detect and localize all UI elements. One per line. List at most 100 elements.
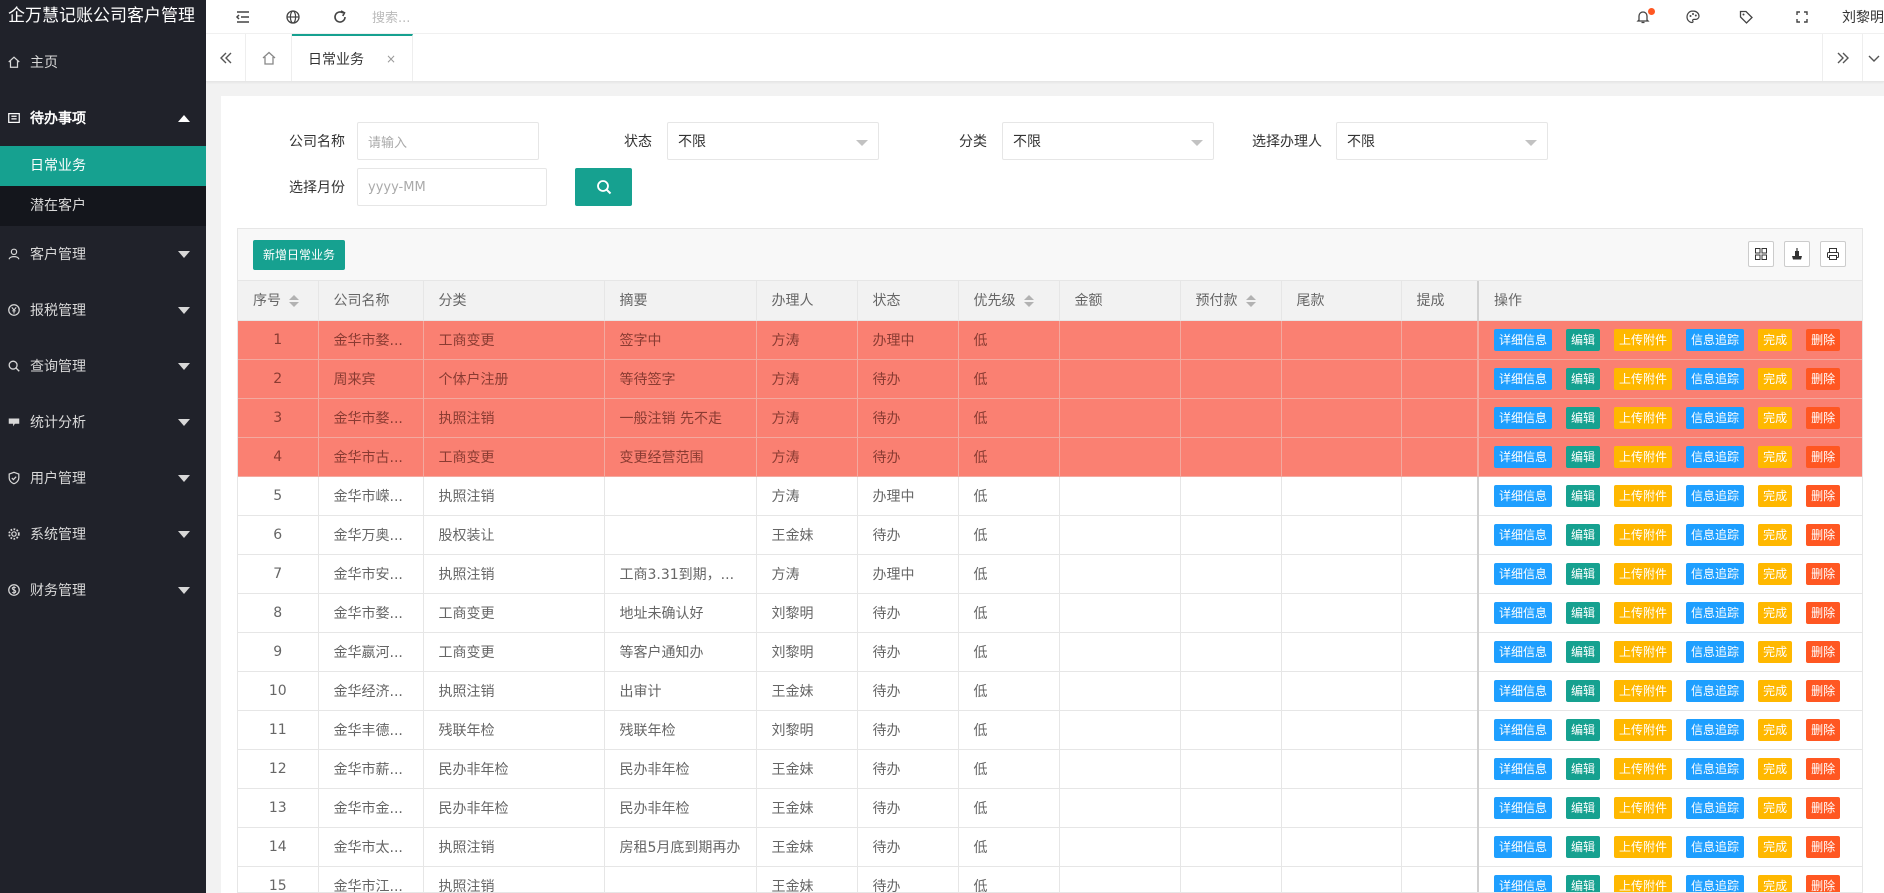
edit-button[interactable]: 编辑 [1566, 406, 1601, 429]
sort-icon[interactable] [1023, 295, 1034, 308]
track-info-button[interactable]: 信息追踪 [1686, 523, 1745, 546]
edit-button[interactable]: 编辑 [1566, 679, 1601, 702]
delete-button[interactable]: 删除 [1806, 835, 1841, 858]
tab-daily-business[interactable]: 日常业务 × [292, 34, 414, 81]
track-info-button[interactable]: 信息追踪 [1686, 718, 1745, 741]
complete-button[interactable]: 完成 [1758, 679, 1793, 702]
table-row[interactable]: 9 金华嬴河... 工商变更 等客户通知办 刘黎明 待办低 详细信息 编辑 上传附件 信息追踪 完成… [238, 632, 1862, 672]
category-select[interactable]: 不限 [1002, 122, 1214, 160]
sidebar-item-tax[interactable]: 报税管理 [0, 282, 206, 338]
upload-attachment-button[interactable]: 上传附件 [1614, 640, 1673, 663]
edit-button[interactable]: 编辑 [1566, 601, 1601, 624]
table-row[interactable]: 15 金华市江... 执照注销 王金妹 待办低 详细信息 编辑 上传附件 信息追踪 完成 删除 [238, 866, 1862, 892]
handler-select[interactable]: 不限 [1336, 122, 1548, 160]
sidebar-subitem-daily-business[interactable]: 日常业务 [0, 146, 206, 186]
track-info-button[interactable]: 信息追踪 [1686, 796, 1745, 819]
complete-button[interactable]: 完成 [1758, 523, 1793, 546]
track-info-button[interactable]: 信息追踪 [1686, 601, 1745, 624]
refresh-icon[interactable] [330, 7, 350, 27]
delete-button[interactable]: 删除 [1806, 796, 1841, 819]
upload-attachment-button[interactable]: 上传附件 [1614, 679, 1673, 702]
detail-button[interactable]: 详细信息 [1494, 523, 1553, 546]
upload-attachment-button[interactable]: 上传附件 [1614, 835, 1673, 858]
detail-button[interactable]: 详细信息 [1494, 796, 1553, 819]
search-button[interactable] [575, 168, 632, 206]
user-name[interactable]: 刘黎明 [1842, 7, 1884, 27]
detail-button[interactable]: 详细信息 [1494, 874, 1553, 892]
detail-button[interactable]: 详细信息 [1494, 679, 1553, 702]
theme-palette-icon[interactable] [1683, 7, 1703, 27]
complete-button[interactable]: 完成 [1758, 445, 1793, 468]
track-info-button[interactable]: 信息追踪 [1686, 445, 1745, 468]
delete-button[interactable]: 删除 [1806, 562, 1841, 585]
sort-icon[interactable] [289, 295, 299, 308]
table-row[interactable]: 1 金华市婺... 工商变更 签字中 方涛 办理中低 详细信息 编辑 上传附件 信息追踪 完成 删除 [238, 320, 1862, 360]
export-button[interactable] [1784, 241, 1810, 267]
upload-attachment-button[interactable]: 上传附件 [1614, 601, 1673, 624]
delete-button[interactable]: 删除 [1806, 679, 1841, 702]
delete-button[interactable]: 删除 [1806, 406, 1841, 429]
upload-attachment-button[interactable]: 上传附件 [1614, 445, 1673, 468]
table-row[interactable]: 6 金华万奥... 股权装让 王金妹 待办低 详细信息 编辑 上传附件 信息追踪 完成 删除 [238, 515, 1862, 555]
edit-button[interactable]: 编辑 [1566, 523, 1601, 546]
sidebar-item-finance[interactable]: 财务管理 [0, 562, 206, 618]
track-info-button[interactable]: 信息追踪 [1686, 679, 1745, 702]
complete-button[interactable]: 完成 [1758, 874, 1793, 892]
table-row[interactable]: 8 金华市婺... 工商变更 地址未确认好 刘黎明 待办低 详细信息 编辑 上传附件 信息追踪 完成… [238, 593, 1862, 633]
detail-button[interactable]: 详细信息 [1494, 445, 1553, 468]
track-info-button[interactable]: 信息追踪 [1686, 835, 1745, 858]
upload-attachment-button[interactable]: 上传附件 [1614, 796, 1673, 819]
edit-button[interactable]: 编辑 [1566, 562, 1601, 585]
detail-button[interactable]: 详细信息 [1494, 718, 1553, 741]
print-button[interactable] [1820, 241, 1846, 267]
company-input[interactable]: 请输入 [357, 122, 539, 160]
add-daily-business-button[interactable]: 新增日常业务 [253, 240, 346, 270]
tab-scroll-left[interactable] [206, 34, 246, 81]
complete-button[interactable]: 完成 [1758, 367, 1793, 390]
table-row[interactable]: 11 金华丰德... 残联年检 残联年检 刘黎明 待办低详细信息 编辑 上传附件 信息追踪 完成删… [238, 710, 1862, 750]
detail-button[interactable]: 详细信息 [1494, 328, 1553, 351]
edit-button[interactable]: 编辑 [1566, 796, 1601, 819]
complete-button[interactable]: 完成 [1758, 484, 1793, 507]
fullscreen-icon[interactable] [1792, 7, 1812, 27]
edit-button[interactable]: 编辑 [1566, 445, 1601, 468]
table-row[interactable]: 14 金华市太... 执照注销 房租5月底到期再办 王金妹 待办低 详细信息 编辑 上传附件 信息… [238, 827, 1862, 867]
delete-button[interactable]: 删除 [1806, 874, 1841, 892]
detail-button[interactable]: 详细信息 [1494, 562, 1553, 585]
table-row[interactable]: 3 金华市婺... 执照注销 一般注销 先不走 方涛 待办低 详细信息 编辑 上传附件 信息追踪完… [238, 398, 1862, 438]
close-icon[interactable]: × [386, 52, 396, 66]
complete-button[interactable]: 完成 [1758, 328, 1793, 351]
detail-button[interactable]: 详细信息 [1494, 835, 1553, 858]
delete-button[interactable]: 删除 [1806, 601, 1841, 624]
delete-button[interactable]: 删除 [1806, 484, 1841, 507]
upload-attachment-button[interactable]: 上传附件 [1614, 874, 1673, 892]
delete-button[interactable]: 删除 [1806, 445, 1841, 468]
table-row[interactable]: 10 金华经济... 执照注销 出审计 王金妹 待办低 详细信息 编辑 上传附件 信息追踪 完成 删除 [238, 671, 1862, 711]
sidebar-item-system[interactable]: 系统管理 [0, 506, 206, 562]
upload-attachment-button[interactable]: 上传附件 [1614, 718, 1673, 741]
delete-button[interactable]: 删除 [1806, 523, 1841, 546]
sort-icon[interactable] [1245, 295, 1256, 308]
edit-button[interactable]: 编辑 [1566, 640, 1601, 663]
complete-button[interactable]: 完成 [1758, 718, 1793, 741]
delete-button[interactable]: 删除 [1806, 718, 1841, 741]
tag-icon[interactable] [1736, 7, 1756, 27]
track-info-button[interactable]: 信息追踪 [1686, 562, 1745, 585]
detail-button[interactable]: 详细信息 [1494, 757, 1553, 780]
complete-button[interactable]: 完成 [1758, 757, 1793, 780]
sidebar-item-home[interactable]: 主页 [0, 34, 206, 90]
detail-button[interactable]: 详细信息 [1494, 406, 1553, 429]
edit-button[interactable]: 编辑 [1566, 484, 1601, 507]
track-info-button[interactable]: 信息追踪 [1686, 874, 1745, 892]
edit-button[interactable]: 编辑 [1566, 835, 1601, 858]
delete-button[interactable]: 删除 [1806, 328, 1841, 351]
edit-button[interactable]: 编辑 [1566, 718, 1601, 741]
complete-button[interactable]: 完成 [1758, 640, 1793, 663]
table-row[interactable]: 4 金华市古... 工商变更 变更经营范围 方涛 待办低 详细信息 编辑 上传附件 信息追踪 完成删… [238, 437, 1862, 477]
status-select[interactable]: 不限 [667, 122, 879, 160]
table-row[interactable]: 2 周来宾 个体户注册 等待签字 方涛 待办低 详细信息 编辑 上传附件 信息追踪 完成 删除 [238, 359, 1862, 399]
delete-button[interactable]: 删除 [1806, 367, 1841, 390]
sidebar-item-customers[interactable]: 客户管理 [0, 226, 206, 282]
tab-scroll-right[interactable] [1822, 34, 1862, 81]
tab-home[interactable] [246, 34, 292, 81]
